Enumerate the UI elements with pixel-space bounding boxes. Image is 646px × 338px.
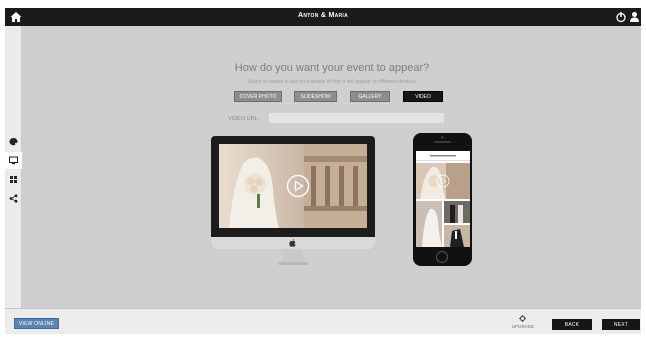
user-icon[interactable] xyxy=(629,11,640,23)
play-icon[interactable] xyxy=(286,174,310,198)
sidebar-item-design[interactable] xyxy=(5,133,22,150)
view-online-button[interactable]: VIEW ONLINE xyxy=(14,318,59,329)
monitor-stand xyxy=(278,249,308,265)
page-heading: How do you want your event to appear? xyxy=(234,62,430,74)
option-cover-photo[interactable]: COVER PHOTO xyxy=(234,91,282,102)
power-icon[interactable] xyxy=(615,11,627,23)
video-url-label: VIDEO URL: xyxy=(228,116,260,122)
sidebar-item-share[interactable] xyxy=(5,190,22,207)
next-button[interactable]: NEXT xyxy=(602,319,640,330)
phone-home-button xyxy=(436,251,448,263)
sidebar xyxy=(5,26,22,308)
apple-logo-icon xyxy=(289,239,296,247)
palette-icon xyxy=(9,138,18,146)
gear-icon[interactable] xyxy=(519,315,526,322)
top-bar: Anton & Maria xyxy=(5,8,641,26)
phone-speaker xyxy=(434,141,451,143)
video-url-input[interactable] xyxy=(268,112,445,124)
upgrade-label[interactable]: UPGRADE xyxy=(510,324,536,329)
event-title: Anton & Maria xyxy=(297,12,349,19)
mobile-preview-image xyxy=(416,151,470,247)
option-video[interactable]: VIDEO xyxy=(403,91,443,102)
page-subheading: Select an option to see an example of ho… xyxy=(247,79,417,85)
back-button[interactable]: BACK xyxy=(552,319,592,330)
app-window: Anton & Maria How do you want your event… xyxy=(5,8,641,334)
devices-icon xyxy=(9,156,18,165)
sidebar-item-layout[interactable] xyxy=(5,171,22,188)
desktop-preview-image xyxy=(219,144,367,228)
share-icon xyxy=(9,194,18,203)
desktop-monitor xyxy=(211,136,375,249)
option-slideshow[interactable]: SLIDESHOW xyxy=(294,91,337,102)
grid-icon xyxy=(10,176,17,183)
main-panel: How do you want your event to appear? Se… xyxy=(23,26,641,308)
footer-bar: VIEW ONLINE UPGRADE BACK NEXT xyxy=(5,308,641,334)
option-gallery[interactable]: GALLERY xyxy=(350,91,390,102)
phone-camera xyxy=(441,136,444,139)
sidebar-item-devices[interactable] xyxy=(5,152,22,169)
